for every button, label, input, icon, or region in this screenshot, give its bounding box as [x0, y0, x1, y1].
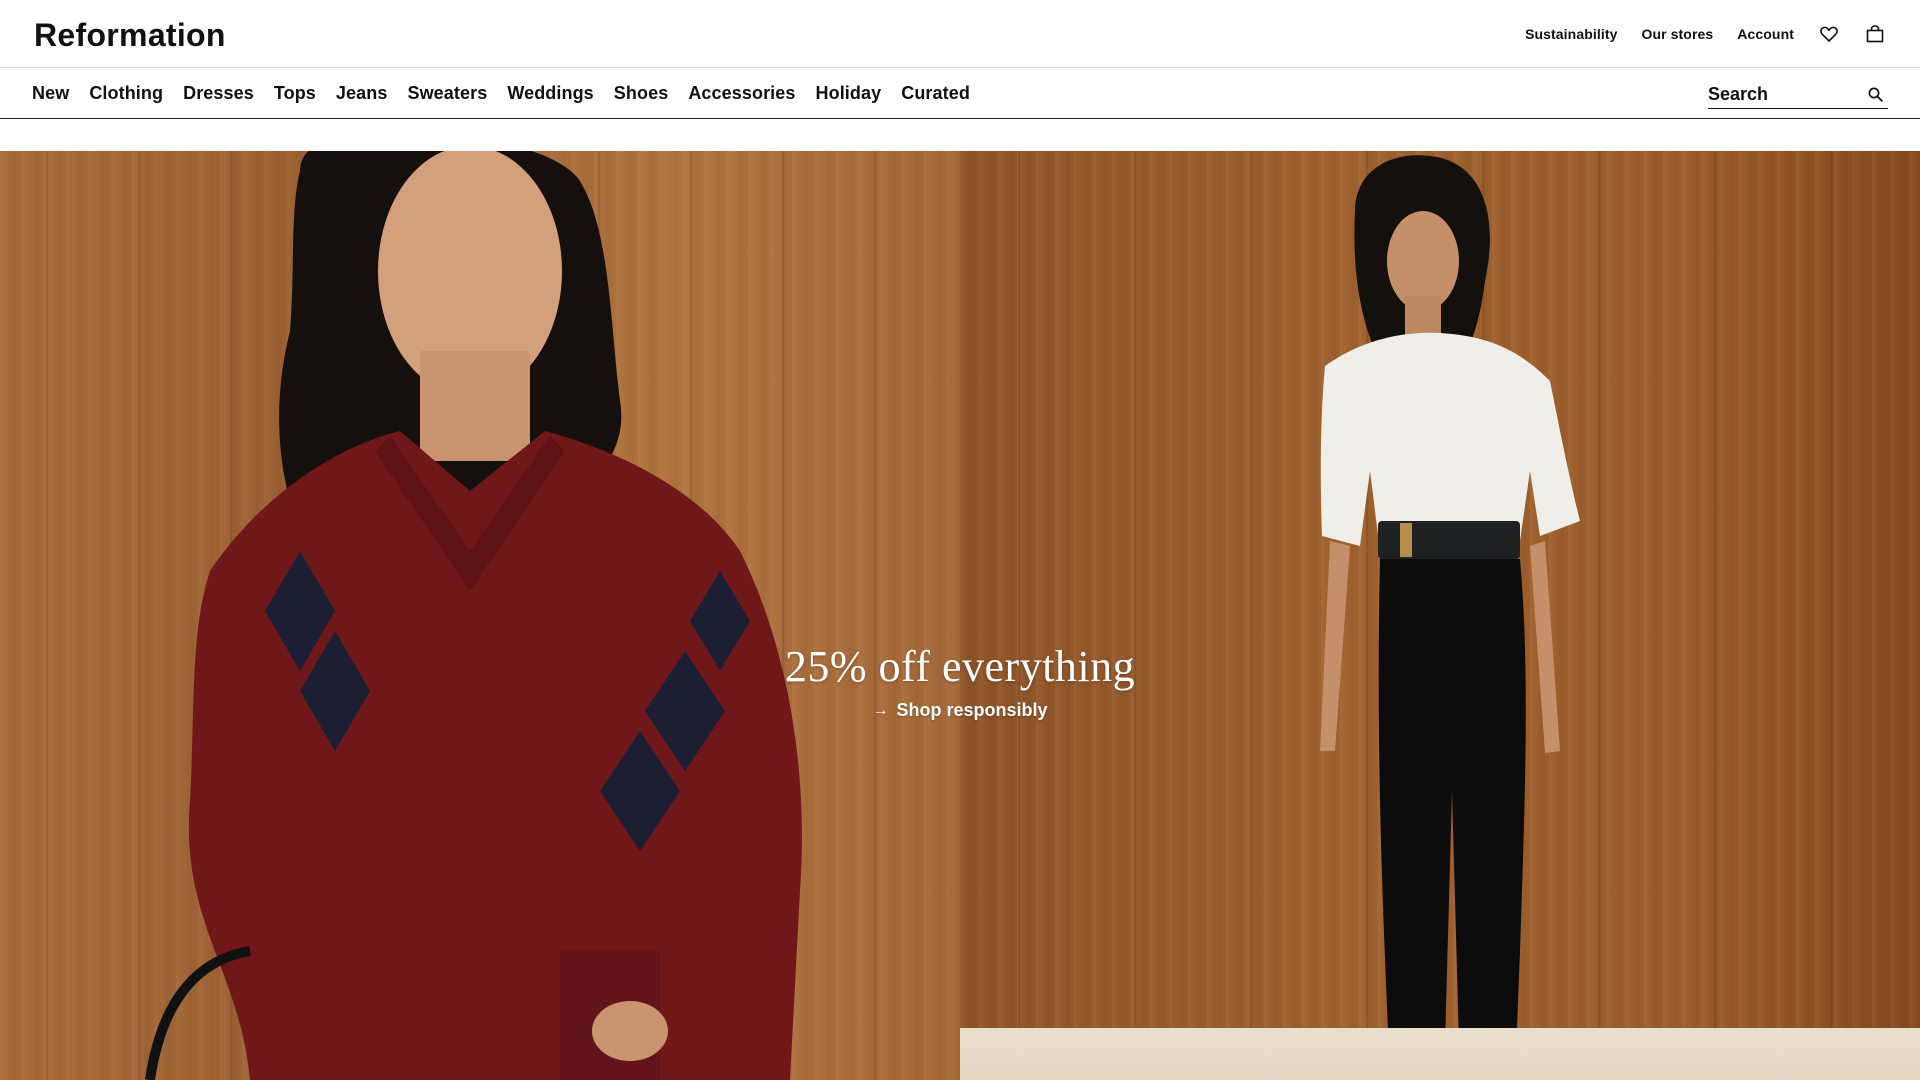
nav-item-tops[interactable]: Tops — [274, 83, 316, 104]
utility-nav: Sustainability Our stores Account — [1525, 0, 1886, 68]
nav-item-dresses[interactable]: Dresses — [183, 83, 254, 104]
nav-item-new[interactable]: New — [32, 83, 69, 104]
main-nav: New Clothing Dresses Tops Jeans Sweaters… — [0, 68, 1920, 119]
search-box — [1708, 80, 1888, 109]
floor-area — [960, 1028, 1920, 1080]
hero-image-left[interactable] — [0, 151, 960, 1080]
hero-image-right[interactable] — [960, 151, 1920, 1080]
hero-banner[interactable]: 25% off everything → Shop responsibly — [0, 151, 1920, 1080]
shopping-bag-icon[interactable] — [1864, 23, 1886, 45]
arrow-right-icon: → — [872, 701, 889, 719]
nav-item-curated[interactable]: Curated — [901, 83, 970, 104]
model-white-top-image — [1320, 155, 1580, 1080]
nav-item-sweaters[interactable]: Sweaters — [407, 83, 487, 104]
sustainability-link[interactable]: Sustainability — [1525, 26, 1617, 42]
category-menu: New Clothing Dresses Tops Jeans Sweaters… — [32, 68, 970, 119]
search-icon[interactable] — [1866, 85, 1884, 103]
hero-text-overlay: 25% off everything → Shop responsibly — [0, 641, 1920, 721]
heart-icon[interactable] — [1818, 23, 1840, 45]
nav-item-holiday[interactable]: Holiday — [816, 83, 882, 104]
nav-item-shoes[interactable]: Shoes — [614, 83, 669, 104]
account-link[interactable]: Account — [1737, 26, 1794, 42]
search-input[interactable] — [1708, 83, 1858, 105]
our-stores-link[interactable]: Our stores — [1641, 26, 1713, 42]
nav-item-weddings[interactable]: Weddings — [507, 83, 593, 104]
brand-logo[interactable]: Reformation — [34, 17, 226, 54]
nav-item-accessories[interactable]: Accessories — [688, 83, 795, 104]
cta-label: Shop responsibly — [896, 700, 1048, 720]
nav-item-clothing[interactable]: Clothing — [89, 83, 163, 104]
nav-item-jeans[interactable]: Jeans — [336, 83, 388, 104]
hero-headline: 25% off everything — [784, 642, 1136, 691]
top-header: Reformation Sustainability Our stores Ac… — [0, 0, 1920, 68]
model-argyle-sweater-image — [145, 151, 802, 1080]
shop-responsibly-link[interactable]: → Shop responsibly — [872, 700, 1047, 721]
